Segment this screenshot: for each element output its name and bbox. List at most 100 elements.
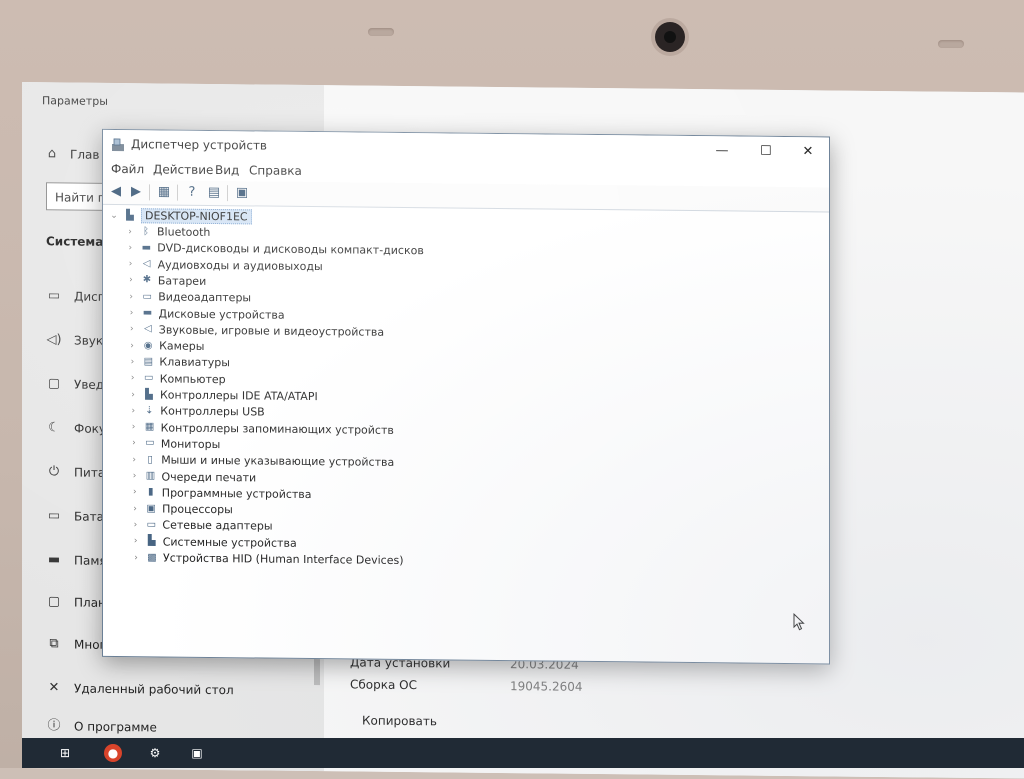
tree-category-item[interactable]: › ▭ Сетевые адаптеры xyxy=(130,518,273,534)
settings-nav-sound[interactable]: ◁) Звук xyxy=(46,332,103,349)
tree-category-label: Программные устройства xyxy=(161,486,312,501)
settings-nav-focus[interactable]: ☾ Фоку xyxy=(46,420,106,437)
forward-arrow-icon[interactable]: ▶ xyxy=(127,183,145,201)
software-device-icon: ▮ xyxy=(148,486,154,498)
chevron-right-icon[interactable]: › xyxy=(131,536,141,546)
settings-home-link[interactable]: ⌂ Глав xyxy=(44,146,100,163)
settings-nav-remote-desktop[interactable]: ✕ Удаленный рабочий стол xyxy=(46,680,234,698)
sound-device-icon: ◁ xyxy=(143,323,152,335)
info-icon: ⓘ xyxy=(47,718,61,734)
mouse-cursor-icon xyxy=(793,613,805,631)
chevron-right-icon[interactable]: › xyxy=(127,324,137,334)
chevron-right-icon[interactable]: › xyxy=(125,227,135,237)
chevron-right-icon[interactable]: › xyxy=(129,455,139,465)
taskbar: ⊞ ● ⚙ ▣ xyxy=(22,738,1024,768)
settings-gear-icon[interactable]: ⚙ xyxy=(146,744,164,762)
chevron-right-icon[interactable]: › xyxy=(127,357,137,367)
tree-category-label: Видеоадаптеры xyxy=(158,290,252,305)
notification-icon: ▢ xyxy=(47,376,61,392)
tree-category-item[interactable]: › ▬ Дисковые устройства xyxy=(127,306,285,322)
tree-category-item[interactable]: › ▣ Процессоры xyxy=(130,502,233,517)
menu-view[interactable]: Вид xyxy=(215,163,239,177)
settings-nav-storage[interactable]: ▬ Памя xyxy=(46,552,107,569)
disk-drive-icon: ▬ xyxy=(142,307,153,319)
toolbar-separator xyxy=(149,184,150,201)
maximize-button[interactable]: ☐ xyxy=(751,141,781,163)
tree-category-item[interactable]: › ▬ DVD-дисководы и дисководы компакт-диск… xyxy=(125,241,423,258)
menu-action[interactable]: Действие xyxy=(153,162,213,177)
tree-category-item[interactable]: › ▥ Очереди печати xyxy=(130,470,257,484)
tree-category-label: Сетевые адаптеры xyxy=(162,518,273,534)
tree-category-item[interactable]: › ▯ Мыши и иные указывающие устройства xyxy=(129,453,394,469)
usb-controller-icon: ⇣ xyxy=(145,405,154,417)
chevron-right-icon[interactable]: › xyxy=(128,390,138,400)
chevron-right-icon[interactable]: › xyxy=(130,487,140,497)
tree-category-label: Камеры xyxy=(159,339,205,354)
chevron-right-icon[interactable]: › xyxy=(129,439,139,449)
tree-category-item[interactable]: › ▙ Контроллеры IDE ATA/ATAPI xyxy=(128,388,318,403)
tree-category-label: Дисковые устройства xyxy=(158,306,285,322)
chevron-right-icon[interactable]: › xyxy=(126,275,136,286)
menu-help[interactable]: Справка xyxy=(249,163,302,178)
chevron-right-icon[interactable]: › xyxy=(125,243,135,253)
hid-icon: ▩ xyxy=(147,551,157,563)
tree-category-item[interactable]: › ⇣ Контроллеры USB xyxy=(128,404,264,419)
chevron-right-icon[interactable]: › xyxy=(127,308,137,318)
device-manager-window: Диспетчер устройств — ☐ ✕ Файл Действие … xyxy=(102,128,830,665)
tree-category-item[interactable]: › ▦ Контроллеры запоминающих устройств xyxy=(129,421,394,436)
chevron-down-icon[interactable]: ⌄ xyxy=(109,210,119,220)
chevron-right-icon[interactable]: › xyxy=(131,553,141,563)
start-button-icon[interactable]: ⊞ xyxy=(56,744,74,762)
chevron-right-icon[interactable]: › xyxy=(128,406,138,416)
back-arrow-icon[interactable]: ◀ xyxy=(107,183,125,201)
help-icon[interactable]: ? xyxy=(183,184,201,202)
tree-category-item[interactable]: › ▙ Системные устройства xyxy=(131,535,297,549)
grid-view-icon[interactable]: ▤ xyxy=(205,184,223,202)
menu-file[interactable]: Файл xyxy=(111,162,144,176)
chevron-right-icon[interactable]: › xyxy=(129,422,139,432)
chrome-icon[interactable]: ● xyxy=(104,744,122,762)
tree-category-item[interactable]: › ◉ Камеры xyxy=(127,339,204,353)
device-manager-taskbar-icon[interactable]: ▣ xyxy=(188,744,206,762)
chevron-right-icon[interactable]: › xyxy=(128,373,138,383)
tree-category-item[interactable]: › ▩ Устройства HID (Human Interface Device… xyxy=(131,551,403,567)
chevron-right-icon[interactable]: › xyxy=(126,259,136,269)
tree-category-item[interactable]: › ▤ Клавиатуры xyxy=(127,355,230,370)
properties-view-icon[interactable]: ▦ xyxy=(155,183,173,201)
close-button[interactable]: ✕ xyxy=(793,141,823,163)
tree-category-item[interactable]: › ▭ Компьютер xyxy=(128,372,226,386)
tree-category-item[interactable]: › ◁ Звуковые, игровые и видеоустройства xyxy=(127,323,384,338)
tree-root-node[interactable]: ⌄ ▙ DESKTOP-NIOF1EC xyxy=(109,208,252,225)
settings-nav-power[interactable]: ⏻ Пита xyxy=(46,464,105,481)
tree-category-item[interactable]: › ᛒ Bluetooth xyxy=(125,225,210,239)
computer-icon: ▭ xyxy=(143,372,154,384)
toolbar-separator xyxy=(177,184,178,201)
audio-io-icon: ◁ xyxy=(142,258,151,270)
home-label: Глав xyxy=(70,147,100,162)
power-icon: ⏻ xyxy=(48,464,60,480)
tree-category-item[interactable]: › ▮ Программные устройства xyxy=(130,486,312,501)
settings-title: Параметры xyxy=(42,94,108,108)
tree-category-item[interactable]: › ▭ Мониторы xyxy=(129,437,220,451)
minimize-button[interactable]: — xyxy=(707,140,737,162)
settings-nav-tablet[interactable]: ▢ План xyxy=(46,594,106,611)
settings-nav-label: Увед xyxy=(74,377,105,392)
tablet-icon: ▢ xyxy=(47,594,61,610)
tree-category-item[interactable]: › ◁ Аудиовходы и аудиовыходы xyxy=(126,258,323,273)
tree-category-label: Контроллеры IDE ATA/ATAPI xyxy=(160,388,318,404)
tree-category-item[interactable]: › ▭ Видеоадаптеры xyxy=(126,290,252,305)
copy-button[interactable]: Копировать xyxy=(362,714,437,729)
chevron-right-icon[interactable]: › xyxy=(130,504,140,514)
chevron-right-icon[interactable]: › xyxy=(130,520,140,530)
scan-hardware-icon[interactable]: ▣ xyxy=(233,184,251,202)
tree-category-item[interactable]: › ✱ Батареи xyxy=(126,274,206,288)
chevron-right-icon[interactable]: › xyxy=(130,471,140,481)
settings-nav-display[interactable]: ▭ Дисп xyxy=(46,288,106,305)
camera-icon: ◉ xyxy=(143,339,153,351)
chevron-right-icon[interactable]: › xyxy=(126,292,136,302)
device-tree: ⌄ ▙ DESKTOP-NIOF1EC › ᛒ Bluetooth › ▬ DVD-дис… xyxy=(103,205,825,660)
chevron-right-icon[interactable]: › xyxy=(127,341,137,351)
storage-icon: ▬ xyxy=(47,552,61,568)
settings-nav-about[interactable]: ⓘ О программе xyxy=(46,718,156,735)
settings-nav-notifications[interactable]: ▢ Увед xyxy=(46,376,104,393)
